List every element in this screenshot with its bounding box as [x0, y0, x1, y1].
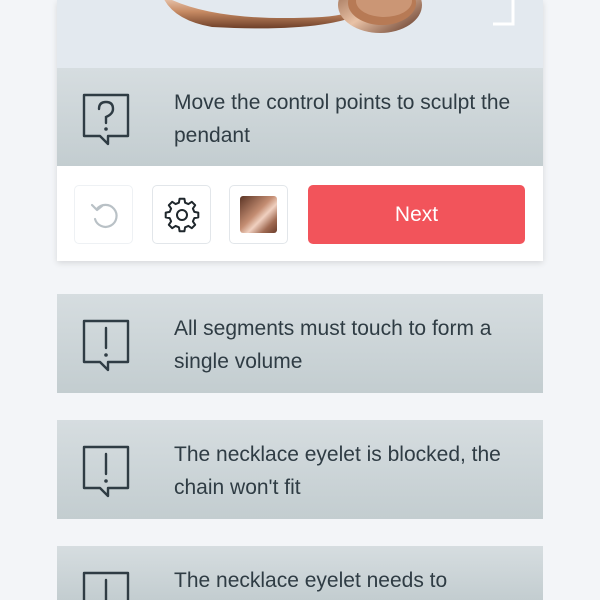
pendant-shape[interactable] [152, 0, 422, 35]
next-button[interactable]: Next [308, 185, 525, 244]
exclamation-bubble-icon [82, 319, 130, 372]
material-button[interactable] [229, 185, 288, 244]
gear-icon [164, 197, 199, 232]
editor-card: Move the control points to sculpt the pe… [57, 0, 543, 261]
settings-button[interactable] [152, 185, 211, 244]
warning-message: All segments must touch to form a single… [57, 294, 543, 393]
warning-text: All segments must touch to form a single… [174, 317, 492, 373]
exclamation-bubble-icon [82, 571, 130, 600]
pendant-preview[interactable] [57, 0, 543, 68]
warning-message: The necklace eyelet is blocked, the chai… [57, 420, 543, 519]
warning-message: The necklace eyelet needs to [57, 546, 543, 600]
exclamation-bubble-icon [82, 445, 130, 498]
question-bubble-icon [82, 93, 130, 146]
hint-text: Move the control points to sculpt the pe… [174, 91, 511, 147]
editor-toolbar: Next [57, 166, 543, 261]
hint-message: Move the control points to sculpt the pe… [57, 68, 543, 166]
warning-text: The necklace eyelet is blocked, the chai… [174, 443, 501, 499]
warning-text: The necklace eyelet needs to [174, 569, 448, 592]
undo-icon [90, 203, 118, 228]
undo-button[interactable] [74, 185, 133, 244]
material-swatch [240, 196, 277, 233]
bounds-corner-icon [493, 0, 515, 26]
